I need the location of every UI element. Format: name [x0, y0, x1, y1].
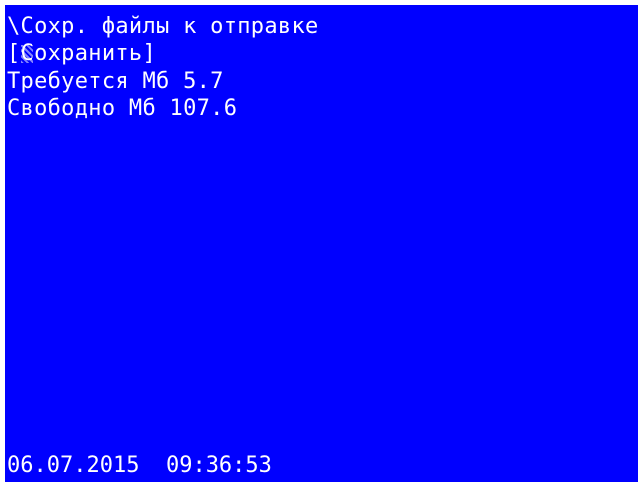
status-bar: 06.07.2015 09:36:53 [7, 452, 272, 480]
save-button-label: охранить [34, 41, 143, 66]
status-date: 06.07.2015 [7, 453, 140, 478]
status-separator [139, 453, 166, 478]
text-cursor: С [20, 40, 35, 68]
save-button[interactable]: [Сохранить] [7, 40, 156, 68]
save-button-cursor-char: С [20, 41, 35, 66]
save-button-open-bracket: [ [7, 41, 21, 66]
menu-title: \Сохр. файлы к отправке [7, 14, 319, 39]
terminal-screen: \Сохр. файлы к отправке [Сохранить] Треб… [5, 5, 638, 482]
status-time: 09:36:53 [165, 453, 272, 478]
required-space-text: Требуется Мб 5.7 [7, 69, 224, 94]
free-space-text: Свободно Мб 107.6 [7, 96, 238, 121]
save-button-close-bracket: ] [142, 41, 157, 66]
